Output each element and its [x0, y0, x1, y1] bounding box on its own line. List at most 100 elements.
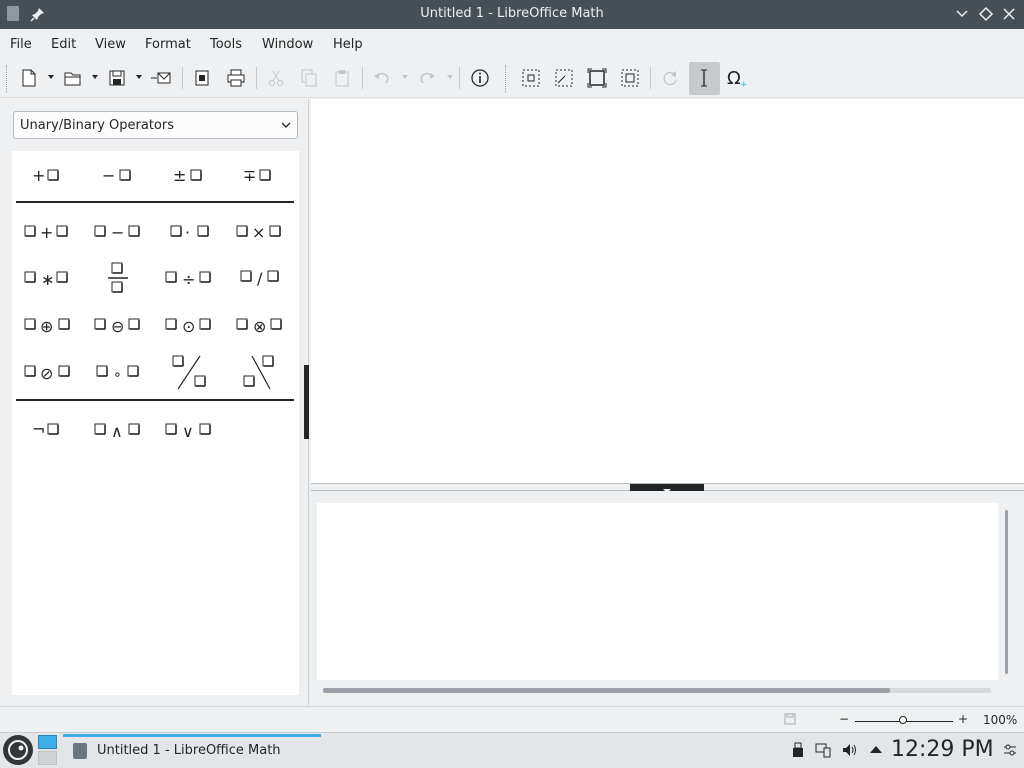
save-button[interactable] — [106, 68, 128, 88]
close-icon[interactable] — [1001, 6, 1017, 22]
unary-plus-element[interactable]: + — [32, 166, 59, 185]
binary-odot-element[interactable]: ⊙ — [165, 317, 211, 336]
binary-ominus-element[interactable]: ⊖ — [94, 317, 140, 336]
widebslash-element[interactable] — [243, 355, 274, 390]
open-button[interactable] — [62, 68, 84, 88]
binary-circ-element[interactable]: ∘ — [96, 365, 139, 383]
redo-dropdown-icon[interactable] — [446, 73, 454, 81]
undo-icon — [374, 72, 389, 84]
binary-div-element[interactable]: ÷ — [165, 270, 211, 289]
splitter-handle[interactable] — [630, 484, 704, 493]
binary-cdot-element[interactable]: · — [170, 223, 209, 242]
show-all-button[interactable] — [586, 68, 608, 88]
svg-text:Ω: Ω — [727, 68, 741, 88]
virtual-desktop-1[interactable] — [38, 735, 57, 749]
print-button[interactable] — [225, 68, 247, 88]
minimize-icon[interactable] — [954, 6, 970, 22]
svg-text:∗: ∗ — [41, 270, 54, 289]
toolbar-grip[interactable] — [505, 65, 507, 93]
unary-plusminus-element[interactable]: ± — [173, 166, 202, 185]
new-dropdown-icon[interactable] — [47, 73, 55, 81]
zoom-out-button[interactable] — [553, 68, 575, 88]
export-pdf-icon — [195, 70, 209, 86]
logical-and-element[interactable]: ∧ — [94, 422, 140, 441]
export-email-button[interactable] — [150, 68, 172, 88]
elements-panel: Unary/Binary Operators + − ± ∓ + − · × ∗… — [0, 99, 309, 705]
toolbar-separator — [182, 67, 183, 89]
zoom-out-icon — [555, 69, 573, 87]
menu-window[interactable]: Window — [262, 37, 313, 52]
copy-button[interactable] — [298, 68, 320, 88]
fraction-element[interactable] — [108, 262, 128, 293]
zoom-out-button[interactable]: − — [839, 712, 849, 726]
menu-tools[interactable]: Tools — [210, 37, 242, 52]
panel-splitter-handle[interactable] — [304, 365, 309, 439]
usb-device-icon[interactable] — [790, 742, 806, 758]
svg-text:/: / — [257, 269, 263, 288]
binary-otimes-element[interactable]: ⊗ — [236, 317, 282, 336]
taskbar: Untitled 1 - LibreOffice Math 12:29 PM — [0, 732, 1024, 768]
unary-minus-element[interactable]: − — [102, 166, 131, 185]
binary-minus-element[interactable]: − — [94, 223, 140, 242]
panel-settings-icon[interactable] — [1002, 742, 1018, 758]
toolbar-separator — [650, 67, 651, 89]
update-button[interactable] — [659, 68, 681, 88]
svg-text:∨: ∨ — [182, 422, 194, 441]
wideslash-element[interactable] — [172, 355, 206, 390]
formula-preview[interactable] — [311, 99, 1024, 483]
category-dropdown[interactable]: Unary/Binary Operators — [13, 111, 298, 139]
logical-or-element[interactable]: ∨ — [165, 422, 211, 441]
cut-button[interactable] — [265, 68, 287, 88]
fit-to-window-button[interactable] — [619, 68, 641, 88]
open-dropdown-icon[interactable] — [91, 73, 99, 81]
toolbar-grip[interactable] — [6, 65, 8, 93]
menu-file[interactable]: File — [10, 37, 32, 52]
menu-bar: File Edit View Format Tools Window Help — [0, 29, 1024, 59]
export-pdf-button[interactable] — [191, 68, 213, 88]
application-launcher[interactable] — [3, 735, 33, 765]
virtual-desktop-2[interactable] — [38, 751, 57, 765]
undo-dropdown-icon[interactable] — [401, 73, 409, 81]
menu-help[interactable]: Help — [333, 37, 363, 52]
svg-text:+: + — [40, 223, 53, 242]
status-bar: − + 100% — [0, 706, 1024, 732]
undo-button[interactable] — [371, 68, 393, 88]
formula-cursor-button[interactable] — [689, 62, 720, 95]
info-icon — [471, 69, 489, 87]
new-document-button[interactable] — [18, 68, 40, 88]
network-icon[interactable] — [815, 742, 831, 758]
binary-odivide-element[interactable]: ⊘ — [24, 364, 70, 383]
svg-text:⊕: ⊕ — [40, 317, 53, 336]
printer-icon — [227, 69, 245, 87]
zoom-percentage[interactable]: 100% — [983, 713, 1017, 727]
redo-button[interactable] — [416, 68, 438, 88]
zoom-in-button[interactable]: + — [958, 712, 968, 726]
redo-icon — [420, 72, 435, 84]
binary-oplus-element[interactable]: ⊕ — [24, 317, 70, 336]
editor-horizontal-scroll-thumb[interactable] — [323, 688, 890, 693]
zoom-slider-knob[interactable] — [899, 716, 907, 724]
paste-button[interactable] — [331, 68, 353, 88]
zoom-in-button[interactable] — [520, 68, 542, 88]
binary-ast-element[interactable]: ∗ — [24, 270, 68, 289]
volume-icon[interactable] — [842, 742, 858, 758]
logical-not-element[interactable]: ¬ — [32, 420, 59, 439]
menu-edit[interactable]: Edit — [51, 37, 76, 52]
show-hidden-icons-icon[interactable] — [868, 742, 884, 758]
task-libreoffice-math[interactable]: Untitled 1 - LibreOffice Math — [63, 734, 321, 767]
info-button[interactable] — [469, 68, 491, 88]
symbols-button[interactable]: Ω + — [725, 68, 748, 90]
maximize-icon[interactable] — [978, 6, 994, 22]
binary-plus-element[interactable]: + — [24, 223, 68, 242]
menu-format[interactable]: Format — [145, 37, 191, 52]
binary-slash-element[interactable]: / — [240, 269, 279, 288]
clipboard-icon — [335, 70, 349, 87]
unary-minusplus-element[interactable]: ∓ — [243, 166, 271, 185]
formula-command-editor[interactable] — [317, 503, 998, 680]
editor-vertical-scrollbar[interactable] — [1005, 510, 1008, 674]
save-dropdown-icon[interactable] — [135, 73, 143, 81]
clock[interactable]: 12:29 PM — [891, 737, 994, 762]
svg-text:⊗: ⊗ — [253, 317, 266, 336]
binary-times-element[interactable]: × — [236, 223, 281, 242]
menu-view[interactable]: View — [95, 37, 126, 52]
